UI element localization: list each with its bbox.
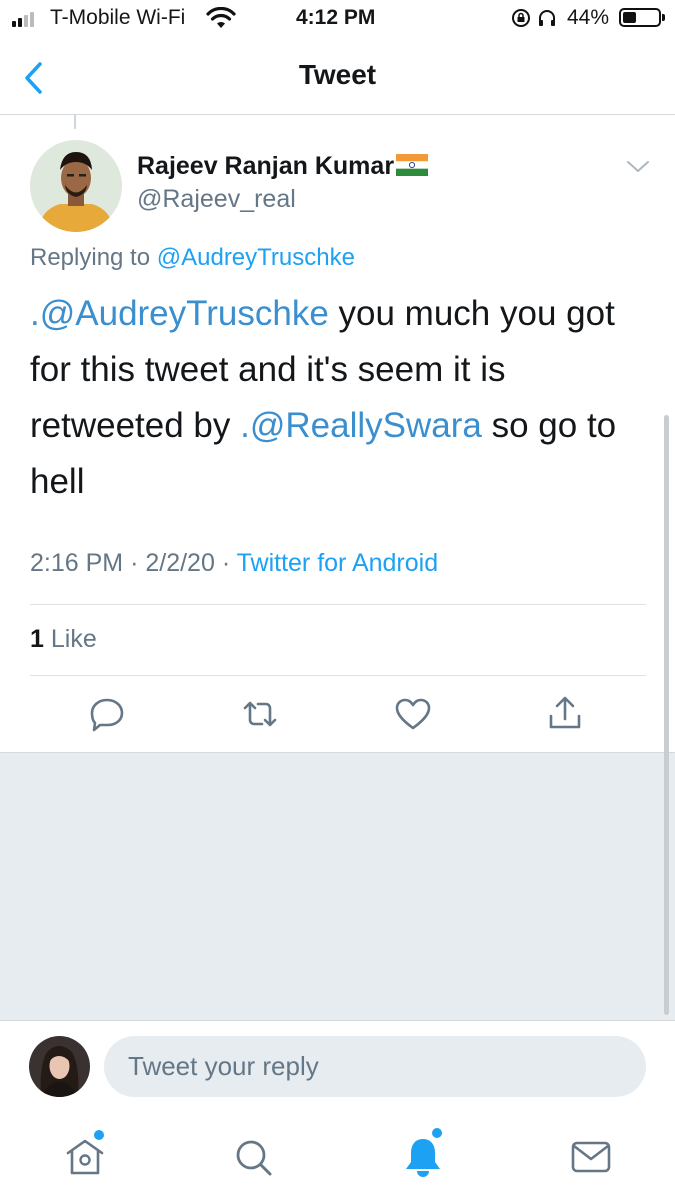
battery-tip (662, 14, 665, 21)
divider (30, 675, 646, 676)
divider (30, 604, 646, 605)
home-unread-dot (94, 1130, 104, 1140)
like-count[interactable]: 1 Like (30, 625, 97, 654)
tweet-source-link[interactable]: Twitter for Android (237, 549, 438, 577)
headphones-icon (539, 10, 555, 26)
tweet-date: 2/2/20 (145, 549, 215, 577)
tweet-options-button[interactable] (625, 157, 651, 177)
tweet-meta: 2:16 PM · 2/2/20 · Twitter for Android (30, 549, 439, 577)
back-button[interactable] (16, 58, 50, 98)
tweet-time: 2:16 PM (30, 549, 124, 577)
battery-icon (619, 8, 661, 27)
search-icon[interactable] (231, 1135, 275, 1179)
status-time: 4:12 PM (296, 6, 376, 29)
user-avatar[interactable] (29, 1036, 90, 1097)
retweet-icon[interactable] (240, 694, 280, 734)
mention-link[interactable]: .@ReallySwara (240, 406, 482, 445)
messages-icon[interactable] (569, 1135, 613, 1179)
india-flag-icon (396, 154, 429, 177)
author-handle[interactable]: @Rajeev_real (137, 185, 296, 214)
tweet-text: .@AudreyTruschke you much you got for th… (30, 294, 617, 501)
replying-to: Replying to @AudreyTruschke (30, 244, 355, 271)
signal-icon (12, 11, 40, 27)
notifications-unread-dot (432, 1128, 442, 1138)
scrollbar[interactable] (664, 415, 669, 1015)
notifications-icon[interactable] (401, 1135, 445, 1179)
status-bar: T-Mobile Wi-Fi 4:12 PM 44% (0, 0, 675, 40)
mention-link[interactable]: .@AudreyTruschke (30, 294, 329, 333)
wifi-icon (206, 7, 236, 28)
battery-percent: 44% (567, 6, 610, 29)
carrier-label: T-Mobile Wi-Fi (50, 6, 186, 29)
author-avatar[interactable] (30, 140, 122, 232)
thread-connector (74, 115, 76, 129)
reply-input[interactable] (104, 1036, 646, 1097)
reply-icon[interactable] (87, 694, 127, 734)
orientation-lock-icon (512, 9, 530, 27)
share-icon[interactable] (545, 694, 585, 734)
replying-to-link[interactable]: @AudreyTruschke (157, 244, 355, 271)
nav-bar: Tweet (0, 40, 675, 115)
author-name[interactable]: Rajeev Ranjan Kumar (137, 152, 429, 181)
like-icon[interactable] (393, 694, 433, 734)
empty-replies-area (0, 752, 675, 1021)
page-title: Tweet (298, 59, 377, 90)
home-icon[interactable] (63, 1135, 107, 1179)
